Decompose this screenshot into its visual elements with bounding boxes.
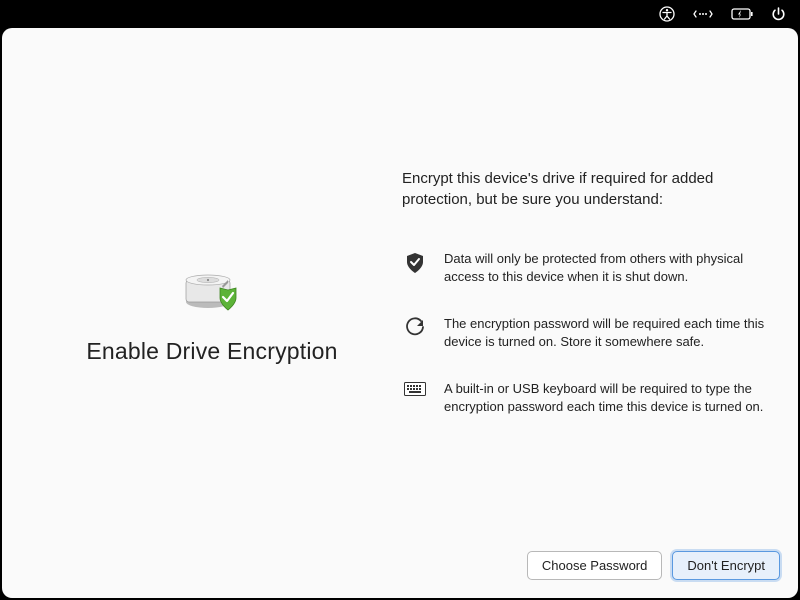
bullet-text: A built-in or USB keyboard will be requi… [444,380,768,415]
shield-check-icon [402,250,428,285]
intro-text: Encrypt this device's drive if required … [402,168,768,210]
power-icon[interactable] [771,7,786,22]
bullet-physical-access: Data will only be protected from others … [402,250,768,285]
footer-buttons: Choose Password Don't Encrypt [2,551,798,598]
drive-encryption-icon [184,268,240,312]
accessibility-icon[interactable] [659,6,675,22]
bullet-keyboard-required: A built-in or USB keyboard will be requi… [402,380,768,415]
choose-password-button[interactable]: Choose Password [527,551,663,580]
installer-window: Enable Drive Encryption Encrypt this dev… [2,28,798,598]
page-title: Enable Drive Encryption [86,338,337,365]
keyboard-icon [402,380,428,415]
bullet-text: The encryption password will be required… [444,315,768,350]
bullet-text: Data will only be protected from others … [444,250,768,285]
battery-icon[interactable] [731,8,753,20]
bullet-password-required: The encryption password will be required… [402,315,768,350]
restart-icon [402,315,428,350]
network-icon[interactable] [693,7,713,21]
top-bar [0,0,800,28]
dont-encrypt-button[interactable]: Don't Encrypt [672,551,780,580]
